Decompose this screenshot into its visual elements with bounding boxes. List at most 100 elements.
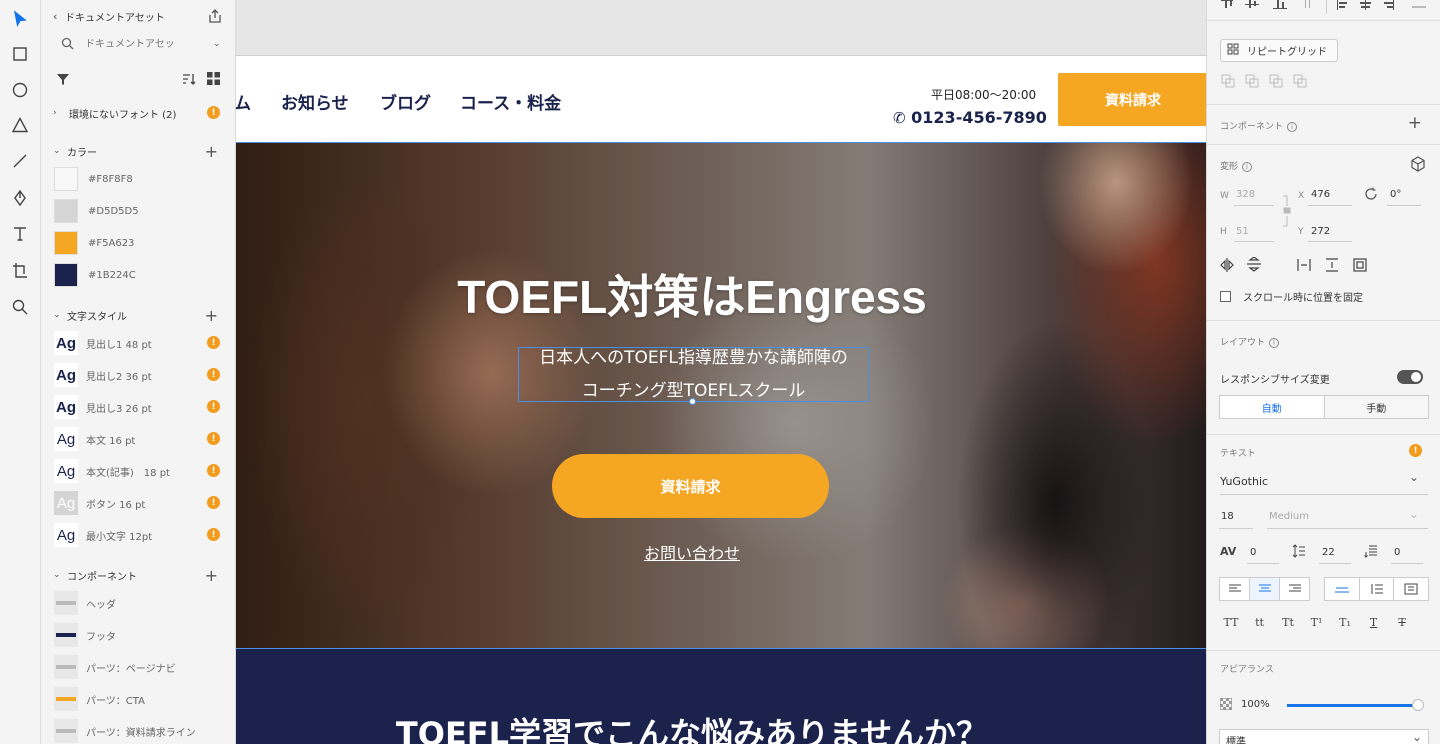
colors-section-header[interactable]: ⌄ カラー + [41, 139, 235, 163]
selection-handle[interactable] [689, 398, 696, 405]
color-swatch-item[interactable]: #F5A623 [41, 231, 235, 255]
ellipse-tool-icon[interactable] [9, 79, 31, 101]
fix-scroll-checkbox[interactable] [1220, 291, 1231, 302]
manual-mode-button[interactable]: 手動 [1324, 396, 1428, 418]
rectangle-tool-icon[interactable] [9, 43, 31, 65]
blend-mode-select[interactable]: 標準 ⌄ [1219, 729, 1429, 744]
chevron-right-icon[interactable]: › [53, 108, 63, 118]
hero-subtitle-selected[interactable]: 日本人へのTOEFL指導歴豊かな講師陣の コーチング型TOEFLスクール [518, 347, 869, 402]
color-swatch[interactable] [54, 263, 78, 287]
font-weight-field[interactable]: Medium [1269, 511, 1309, 522]
color-swatch[interactable] [54, 231, 78, 255]
char-style-item[interactable]: Ag 最小文字 12pt! [41, 523, 235, 547]
opacity-slider-knob[interactable] [1412, 699, 1425, 711]
site-header[interactable]: ム お知らせ ブログ コース・料金 平日08:00〜20:00 ✆ 0123-4… [236, 55, 1206, 142]
tracking-field[interactable]: 0 [1250, 547, 1256, 558]
underline-button[interactable]: T [1363, 616, 1385, 629]
superscript-button[interactable]: T¹ [1306, 616, 1328, 629]
nav-item-courses[interactable]: コース・料金 [460, 89, 561, 114]
auto-width-icon[interactable] [1325, 578, 1360, 600]
problems-section[interactable]: TOEFL学習でこんな悩みありませんか？ [236, 649, 1206, 744]
nav-item-partial[interactable]: ム [236, 89, 251, 114]
chevron-down-icon[interactable]: ⌄ [53, 146, 63, 156]
repeat-grid-button[interactable]: リピートグリッド [1220, 39, 1338, 62]
chevron-down-icon[interactable]: ⌄ [53, 570, 63, 580]
align-center-icon[interactable] [1250, 578, 1280, 600]
char-style-item[interactable]: Ag 本文(記事) 18 pt! [41, 459, 235, 483]
3d-transform-icon[interactable] [1410, 156, 1426, 175]
header-request-button[interactable]: 資料請求 [1058, 73, 1206, 126]
color-swatch-item[interactable]: #1B224C [41, 263, 235, 287]
add-color-icon[interactable]: + [205, 142, 218, 161]
subscript-button[interactable]: T₁ [1334, 616, 1356, 629]
polygon-tool-icon[interactable] [9, 114, 31, 136]
paragraph-spacing-field[interactable]: 0 [1394, 547, 1400, 558]
font-family-value[interactable]: YuGothic [1220, 475, 1268, 488]
text-tool-icon[interactable] [9, 223, 31, 245]
char-style-item[interactable]: Ag 見出し1 48 pt! [41, 331, 235, 355]
opacity-field[interactable]: 100% [1241, 699, 1270, 710]
char-style-item[interactable]: Ag 見出し3 26 pt! [41, 395, 235, 419]
height-field[interactable]: 51 [1236, 226, 1249, 237]
filter-icon[interactable] [56, 72, 70, 89]
y-field[interactable]: 272 [1311, 226, 1330, 237]
lock-aspect-icon[interactable] [1281, 195, 1291, 230]
width-field[interactable]: 328 [1236, 189, 1255, 200]
info-icon[interactable]: i [1269, 338, 1280, 348]
fixed-size-icon[interactable] [1394, 578, 1428, 600]
char-styles-section-header[interactable]: ⌄ 文字スタイル + [41, 303, 235, 327]
zoom-tool-icon[interactable] [9, 296, 31, 318]
design-canvas[interactable]: ム お知らせ ブログ コース・料金 平日08:00〜20:00 ✆ 0123-4… [236, 0, 1206, 744]
nav-item-blog[interactable]: ブログ [380, 89, 431, 114]
missing-fonts-row[interactable]: › 環境にないフォント (2) ! [41, 101, 235, 125]
line-height-field[interactable]: 22 [1322, 547, 1335, 558]
search-input[interactable] [85, 35, 205, 53]
nav-item-news[interactable]: お知らせ [281, 89, 349, 114]
problems-heading[interactable]: TOEFL学習でこんな悩みありませんか？ [236, 709, 1148, 744]
select-tool-icon[interactable] [9, 8, 31, 30]
share-icon[interactable] [207, 8, 223, 27]
hero-title[interactable]: TOEFL対策はEngress [236, 261, 1148, 327]
add-component-icon[interactable]: + [205, 566, 218, 585]
add-component-icon[interactable]: + [1408, 113, 1422, 133]
component-item[interactable]: パーツ：資料請求ライン [41, 719, 235, 743]
info-icon[interactable]: i [1287, 122, 1298, 132]
hero-request-button[interactable]: 資料請求 [552, 454, 829, 518]
strikethrough-button[interactable]: T [1391, 616, 1413, 629]
chevron-down-icon[interactable]: ⌄ [213, 39, 221, 49]
artboard-tool-icon[interactable] [9, 259, 31, 281]
component-item[interactable]: パーツ：CTA [41, 687, 235, 711]
component-item[interactable]: ヘッダ [41, 591, 235, 615]
auto-height-icon[interactable] [1360, 578, 1395, 600]
assets-back-label[interactable]: ドキュメントアセット [65, 9, 165, 24]
component-item[interactable]: パーツ：ページナビ [41, 655, 235, 679]
hero-section[interactable]: TOEFL対策はEngress 日本人へのTOEFL指導歴豊かな講師陣の コーチ… [236, 142, 1206, 649]
font-weight-chevron-icon[interactable]: ⌄ [1409, 507, 1419, 521]
auto-mode-button[interactable]: 自動 [1220, 396, 1325, 418]
char-style-item[interactable]: Ag 見出し2 36 pt! [41, 363, 235, 387]
components-section-header[interactable]: ⌄ コンポーネント + [41, 563, 235, 587]
pen-tool-icon[interactable] [9, 187, 31, 209]
uppercase-button[interactable]: TT [1220, 616, 1242, 629]
char-style-item[interactable]: Ag ボタン 16 pt! [41, 491, 235, 515]
responsive-toggle[interactable] [1397, 370, 1423, 384]
line-tool-icon[interactable] [9, 150, 31, 172]
lowercase-button[interactable]: tt [1249, 616, 1271, 629]
grid-view-icon[interactable] [207, 72, 220, 88]
titlecase-button[interactable]: Tt [1277, 616, 1299, 629]
color-swatch-item[interactable]: #F8F8F8 [41, 167, 235, 191]
font-family-chevron-icon[interactable]: ⌄ [1409, 470, 1419, 484]
phone-number[interactable]: ✆ 0123-456-7890 [893, 108, 1047, 127]
component-item[interactable]: フッタ [41, 623, 235, 647]
align-right-icon[interactable] [1280, 578, 1309, 600]
assets-search[interactable]: ⌄ [41, 32, 235, 56]
contact-link[interactable]: お問い合わせ [236, 540, 1148, 564]
x-field[interactable]: 476 [1311, 189, 1330, 200]
chevron-down-icon[interactable]: ⌄ [53, 310, 63, 320]
rotation-field[interactable]: 0° [1390, 189, 1401, 200]
sort-list-icon[interactable] [182, 72, 196, 89]
add-char-style-icon[interactable]: + [205, 306, 218, 325]
artboard[interactable]: ム お知らせ ブログ コース・料金 平日08:00〜20:00 ✆ 0123-4… [236, 55, 1206, 744]
fix-scroll-checkbox-row[interactable]: スクロール時に位置を固定 [1220, 289, 1363, 304]
color-swatch[interactable] [54, 199, 78, 223]
